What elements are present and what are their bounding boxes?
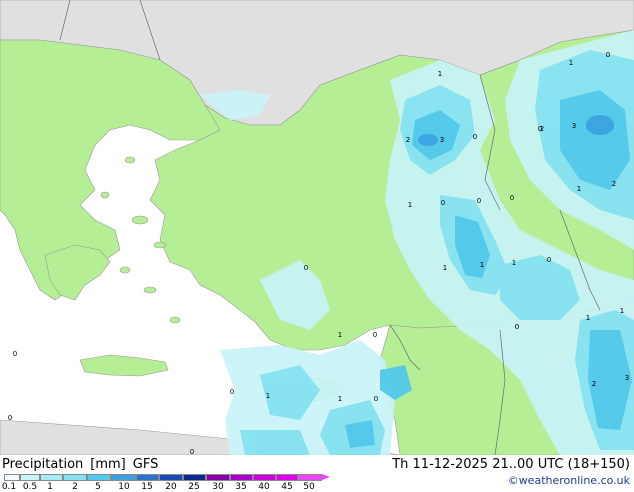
value-label: 1 [480,261,484,269]
scale-swatch [19,474,40,481]
value-label: 0 [13,350,17,358]
credit-link[interactable]: ©weatheronline.co.uk [508,474,630,487]
value-label: 0 [374,395,378,403]
value-label: 0 [441,199,445,207]
value-label: 1 [338,331,342,339]
value-label: 1 [586,314,590,322]
scale-label: 10 [118,482,130,492]
value-label: 3 [440,136,444,144]
scale-swatch [159,474,183,481]
value-label: 1 [577,185,581,193]
title-units: [mm] [90,457,126,472]
value-label: 3 [625,374,629,382]
value-label: 3 [572,122,576,130]
scale-swatch [252,474,276,481]
scale-label: 0.1 [1,482,17,492]
precipitation-map: 2 3 011 0 01 1 1001 00101 0231131010220000 [0,0,634,455]
value-label: 1 [620,307,624,315]
scale-label: 45 [281,482,293,492]
value-label: 2 [612,180,616,188]
forecast-datetime: Th 11-12-2025 21..00 UTC (18+150) [392,457,630,472]
map-title: Precipitation [mm] GFS [2,457,158,472]
map-footer: Precipitation [mm] GFS Th 11-12-2025 21..0… [0,455,634,492]
title-precipitation: Precipitation [2,457,84,472]
value-label: 1 [266,392,270,400]
title-model: GFS [132,457,159,472]
scale-swatch [111,474,136,481]
scale-label: 15 [141,482,153,492]
value-label: 1 [408,201,412,209]
scale-label: 25 [188,482,200,492]
value-label: 0 [606,51,610,59]
scale-label: 2 [72,482,78,492]
scale-label: 40 [258,482,270,492]
value-label: 1 [512,259,516,267]
value-label: 2 [406,136,410,144]
scale-label: 20 [165,482,177,492]
scale-label: 30 [212,482,224,492]
scale-swatch [182,474,206,481]
scale-label: 1 [47,482,53,492]
scale-swatch [62,474,87,481]
scale-swatch [229,474,253,481]
scale-swatch [40,474,63,481]
scale-arrow [322,474,330,480]
value-label: 2 [540,125,544,133]
value-label: 1 [569,59,573,67]
value-label: 0 [473,133,477,141]
scale-label: 35 [235,482,247,492]
scale-swatch [135,474,159,481]
value-label: 0 [8,414,12,422]
value-label: 0 [477,197,481,205]
value-label: 0 [373,331,377,339]
scale-swatch [206,474,230,481]
value-label: 0 [547,256,551,264]
scale-label: 50 [303,482,315,492]
value-label: 0 [190,448,194,455]
scale-swatch [298,474,322,481]
value-label: 1 [438,70,442,78]
precipitation-scale: 0.1 0.5 1 2 5 10 15 20 25 30 35 40 45 50 [0,474,340,492]
scale-label: 0.5 [22,482,38,492]
scale-swatch [4,474,20,481]
value-label: 1 [443,264,447,272]
value-label: 0 [230,388,234,396]
scale-swatch [275,474,298,481]
value-label: 0 [304,264,308,272]
value-label: 1 [338,395,342,403]
scale-label: 5 [95,482,101,492]
scale-swatch [86,474,111,481]
value-label: 2 [592,380,596,388]
value-label: 0 [510,194,514,202]
value-label: 0 [515,323,519,331]
